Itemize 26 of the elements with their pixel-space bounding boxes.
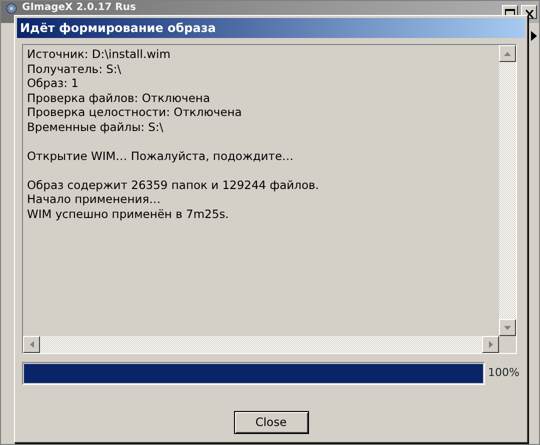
log-line: Открытие WIM… Пожалуйста, подождите…: [27, 148, 295, 163]
log-line: Образ: 1: [27, 76, 80, 90]
scroll-down-button[interactable]: [499, 319, 516, 336]
scroll-left-button[interactable]: [23, 336, 40, 353]
log-line: Образ содержит 26359 папок и 129244 файлов.: [27, 178, 320, 192]
vertical-scrollbar[interactable]: [499, 45, 516, 336]
log-line: Источник: D:\install.wim: [27, 47, 172, 62]
progress-percent: 100%: [488, 365, 520, 382]
arrow-down-icon: [504, 326, 511, 330]
horizontal-scrollbar[interactable]: [23, 336, 499, 353]
dialog-title: Идёт формирование образа: [17, 18, 525, 38]
log-line: WIM успешно применён в 7m25s.: [27, 206, 230, 221]
log-line: Получатель: S:\: [27, 62, 122, 76]
close-button[interactable]: Close: [234, 411, 308, 434]
log-line: Временные файлы: S:\: [27, 120, 164, 134]
arrow-up-icon: [504, 52, 511, 56]
scroll-up-button[interactable]: [499, 45, 516, 62]
log-line: Проверка файлов: Отключена: [27, 90, 211, 105]
log-line: Начало применения…: [27, 192, 162, 206]
log-line: Проверка целостности: Отключена: [27, 105, 243, 120]
arrow-left-icon: [30, 341, 34, 348]
app-icon: [5, 2, 18, 15]
arrow-right-icon: [531, 31, 537, 41]
arrow-right-icon: [488, 341, 492, 348]
scroll-right-button[interactable]: [482, 336, 499, 353]
background-window-title: GImageX 2.0.17 Rus: [22, 2, 136, 14]
